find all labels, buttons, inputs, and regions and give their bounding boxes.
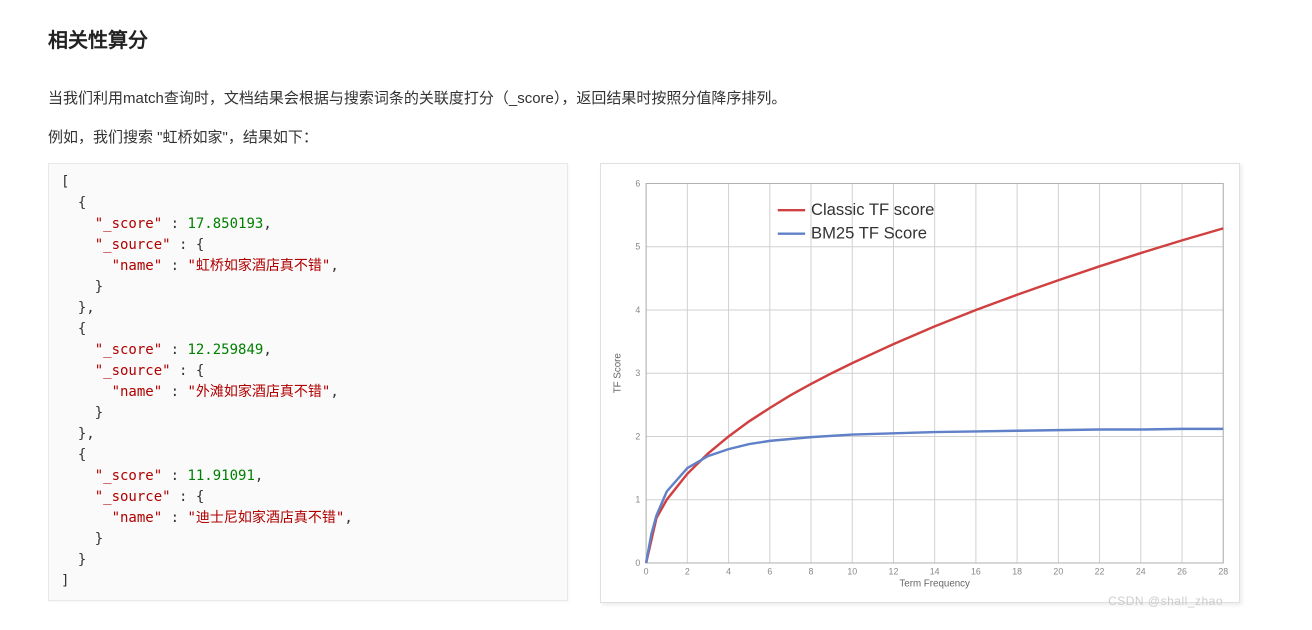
svg-text:TF Score: TF Score bbox=[613, 353, 624, 393]
svg-text:10: 10 bbox=[847, 567, 857, 577]
svg-text:8: 8 bbox=[809, 567, 814, 577]
svg-text:24: 24 bbox=[1136, 567, 1146, 577]
svg-text:2: 2 bbox=[635, 431, 640, 441]
svg-text:18: 18 bbox=[1012, 567, 1022, 577]
tf-score-chart: 0123456 0246810121416182022242628 TF Sco… bbox=[600, 163, 1240, 603]
svg-text:4: 4 bbox=[726, 567, 731, 577]
svg-text:1: 1 bbox=[635, 495, 640, 505]
json-result-code: [ { "_score" : 17.850193, "_source" : { … bbox=[48, 163, 568, 601]
chart-svg: 0123456 0246810121416182022242628 TF Sco… bbox=[607, 170, 1233, 596]
svg-text:6: 6 bbox=[635, 178, 640, 188]
svg-text:BM25 TF Score: BM25 TF Score bbox=[811, 224, 927, 243]
svg-text:0: 0 bbox=[635, 558, 640, 568]
svg-text:Term Frequency: Term Frequency bbox=[899, 578, 970, 589]
svg-text:Classic TF score: Classic TF score bbox=[811, 200, 934, 219]
svg-text:22: 22 bbox=[1095, 567, 1105, 577]
watermark: CSDN @shall_zhao bbox=[1108, 594, 1223, 608]
svg-text:28: 28 bbox=[1218, 567, 1228, 577]
svg-text:20: 20 bbox=[1053, 567, 1063, 577]
svg-text:2: 2 bbox=[685, 567, 690, 577]
svg-text:14: 14 bbox=[930, 567, 940, 577]
svg-text:6: 6 bbox=[767, 567, 772, 577]
heading: 相关性算分 bbox=[48, 24, 1264, 53]
columns: [ { "_score" : 17.850193, "_source" : { … bbox=[48, 163, 1264, 603]
svg-text:5: 5 bbox=[635, 242, 640, 252]
svg-text:0: 0 bbox=[644, 567, 649, 577]
svg-text:26: 26 bbox=[1177, 567, 1187, 577]
intro-block: 当我们利用match查询时，文档结果会根据与搜索词条的关联度打分（_score）… bbox=[48, 85, 1264, 151]
svg-text:12: 12 bbox=[889, 567, 899, 577]
svg-text:3: 3 bbox=[635, 368, 640, 378]
paragraph-2: 例如，我们搜索 "虹桥如家"，结果如下： bbox=[48, 124, 1264, 151]
paragraph-1: 当我们利用match查询时，文档结果会根据与搜索词条的关联度打分（_score）… bbox=[48, 85, 1264, 112]
svg-text:16: 16 bbox=[971, 567, 981, 577]
svg-text:4: 4 bbox=[635, 305, 640, 315]
